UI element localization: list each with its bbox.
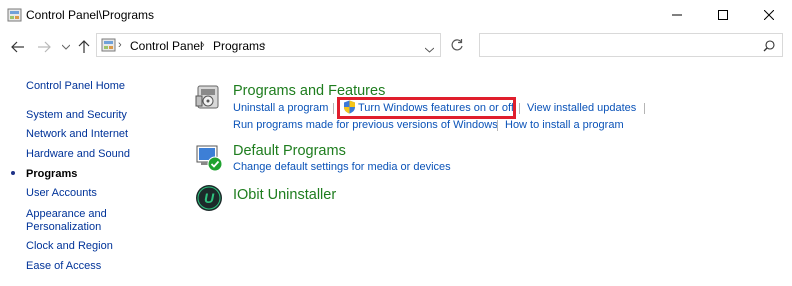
sidebar-item-programs: Programs [26, 168, 78, 180]
sidebar-item-personalization[interactable]: Personalization [26, 220, 101, 234]
close-button[interactable] [746, 0, 792, 30]
up-arrow-icon[interactable] [74, 37, 94, 57]
sidebar-item-ease-of-access[interactable]: Ease of Access [26, 259, 101, 273]
forward-arrow-icon[interactable] [34, 37, 54, 57]
view-installed-updates-link[interactable]: View installed updates [527, 102, 636, 114]
sidebar-item-appearance[interactable]: Appearance and [26, 207, 107, 221]
change-default-settings-link[interactable]: Change default settings for media or dev… [233, 161, 451, 173]
chevron-right-icon[interactable]: › [262, 39, 266, 51]
chevron-right-icon[interactable]: › [201, 39, 205, 51]
sidebar-item-clock-and-region[interactable]: Clock and Region [26, 239, 113, 253]
control-panel-icon [7, 7, 23, 23]
default-programs-icon[interactable] [195, 144, 225, 177]
iobit-icon[interactable]: U [195, 184, 223, 217]
link-separator [497, 120, 498, 131]
link-separator [644, 103, 645, 114]
maximize-button[interactable] [700, 0, 746, 30]
control-panel-icon [101, 37, 117, 53]
sidebar-item-control-panel-home[interactable]: Control Panel Home [26, 79, 125, 93]
iobit-uninstaller-title[interactable]: IObit Uninstaller [233, 187, 336, 203]
minimize-button[interactable] [654, 0, 700, 30]
recent-dropdown-icon[interactable] [56, 37, 76, 57]
sidebar-item-system-and-security[interactable]: System and Security [26, 108, 127, 122]
search-input[interactable] [479, 33, 783, 57]
svg-text:U: U [204, 190, 215, 206]
title-bar: Control Panel\Programs [0, 0, 792, 30]
link-separator [519, 103, 520, 114]
programs-features-icon[interactable] [195, 83, 221, 116]
current-item-bullet [11, 171, 15, 175]
link-separator [333, 103, 334, 114]
run-previous-versions-link[interactable]: Run programs made for previous versions … [233, 119, 498, 131]
uninstall-program-link[interactable]: Uninstall a program [233, 102, 328, 114]
sidebar-item-hardware-and-sound[interactable]: Hardware and Sound [26, 147, 130, 161]
search-icon[interactable] [763, 39, 775, 57]
sidebar-item-user-accounts[interactable]: User Accounts [26, 186, 97, 200]
breadcrumb-control-panel[interactable]: Control Panel [130, 39, 203, 53]
address-bar[interactable]: › Control Panel › Programs › [96, 33, 441, 57]
chevron-down-icon[interactable] [424, 40, 435, 58]
how-to-install-link[interactable]: How to install a program [505, 119, 624, 131]
window-title: Control Panel\Programs [26, 8, 155, 22]
default-programs-title[interactable]: Default Programs [233, 143, 346, 159]
breadcrumb-programs[interactable]: Programs [213, 39, 265, 53]
chevron-right-icon[interactable]: › [118, 39, 122, 51]
back-arrow-icon[interactable] [8, 37, 28, 57]
sidebar-item-network-and-internet[interactable]: Network and Internet [26, 127, 128, 141]
refresh-icon[interactable] [444, 33, 470, 57]
highlight-box [337, 97, 516, 119]
